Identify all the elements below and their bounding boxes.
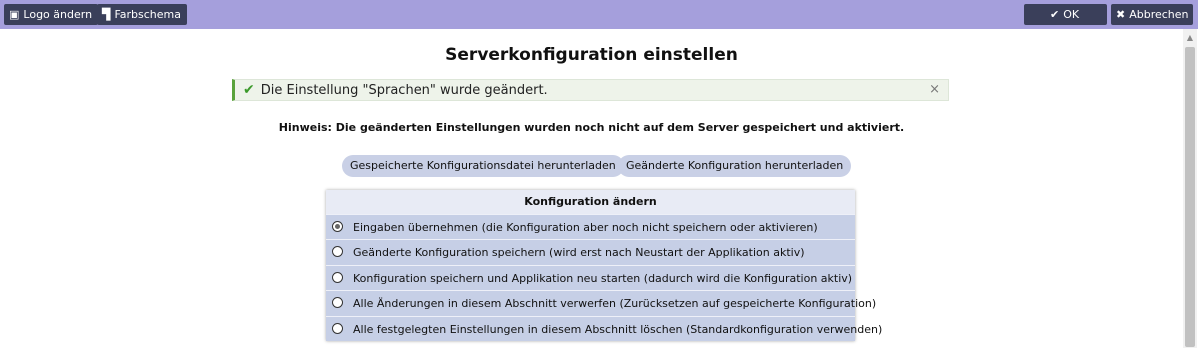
change-logo-label: Logo ändern — [23, 8, 93, 21]
option-label: Geänderte Konfiguration speichern (wird … — [353, 246, 805, 260]
close-alert-icon[interactable]: × — [929, 80, 940, 100]
option-delete-settings[interactable]: Alle festgelegten Einstellungen in diese… — [326, 315, 882, 341]
radio-save-and-restart[interactable] — [332, 271, 343, 283]
scroll-up-arrow-icon[interactable]: ▲ — [1183, 31, 1197, 45]
option-save-changed-config[interactable]: Geänderte Konfiguration speichern (wird … — [326, 239, 855, 265]
check-icon: ✔ — [1050, 8, 1060, 21]
option-label: Alle festgelegten Einstellungen in diese… — [353, 322, 883, 336]
image-icon: ▣ — [9, 8, 20, 21]
color-scheme-button[interactable]: ▜ Farbschema — [97, 4, 188, 25]
change-config-heading: Konfiguration ändern — [326, 190, 855, 214]
option-label: Eingaben übernehmen (die Konfiguration a… — [353, 221, 818, 234]
ok-button[interactable]: ✔ OK — [1024, 4, 1107, 25]
download-changed-config-button[interactable]: Geänderte Konfiguration herunterladen — [618, 155, 852, 177]
option-label: Konfiguration speichern und Applikation … — [353, 271, 853, 285]
top-toolbar: ▣ Logo ändern ▜ Farbschema ✔ OK ✖ Abbrechen — [0, 0, 1198, 29]
change-logo-button[interactable]: ▣ Logo ändern — [4, 4, 99, 25]
download-saved-config-button[interactable]: Gespeicherte Konfigurationsdatei herunte… — [342, 155, 624, 177]
option-label: Alle Änderungen in diesem Abschnitt verw… — [353, 297, 877, 311]
color-scheme-label: Farbschema — [114, 8, 182, 21]
check-icon: ✔ — [243, 82, 255, 98]
success-alert: ✔ Die Einstellung "Sprachen" wurde geände… — [232, 79, 949, 101]
cancel-label: Abbrechen — [1129, 8, 1189, 21]
radio-save-changed-config[interactable] — [332, 246, 343, 258]
scrollbar-thumb[interactable] — [1185, 47, 1195, 347]
cancel-button[interactable]: ✖ Abbrechen — [1111, 4, 1193, 25]
alert-message: Die Einstellung "Sprachen" wurde geänder… — [260, 83, 548, 98]
close-icon: ✖ — [1116, 8, 1126, 21]
ok-label: OK — [1063, 8, 1080, 21]
radio-apply-inputs[interactable] — [332, 221, 343, 232]
option-save-and-restart[interactable]: Konfiguration speichern und Applikation … — [326, 264, 855, 291]
option-apply-inputs[interactable]: Eingaben übernehmen (die Konfiguration a… — [326, 214, 855, 240]
radio-discard-changes[interactable] — [332, 297, 343, 309]
radio-delete-settings[interactable] — [332, 322, 343, 334]
paint-roller-icon: ▜ — [102, 8, 111, 21]
option-discard-changes[interactable]: Alle Änderungen in diesem Abschnitt verw… — [326, 290, 876, 316]
hint-text: Hinweis: Die geänderten Einstellungen wu… — [278, 121, 905, 134]
page-title: Serverkonfiguration einstellen — [445, 45, 738, 65]
change-config-panel: Konfiguration ändern Eingaben übernehmen… — [326, 190, 882, 341]
